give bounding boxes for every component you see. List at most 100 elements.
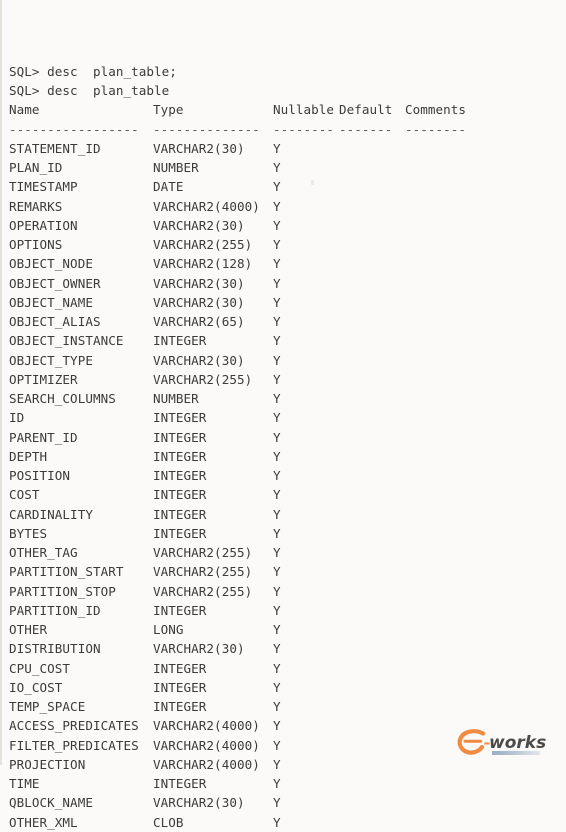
column-header-name: Name — [9, 102, 40, 118]
table-row: OBJECT_TYPE VARCHAR2(30) Y — [9, 351, 559, 370]
separator-type: -------------- — [153, 121, 260, 137]
cursor-artifact — [311, 180, 314, 185]
table-row: TIMESTAMP DATE Y — [9, 177, 559, 196]
cell-data-type: INTEGER — [153, 776, 207, 791]
cell-column-name: SEARCH_COLUMNS — [9, 391, 116, 406]
column-header-nullable: Nullable — [273, 102, 335, 118]
cell-nullable: Y — [273, 679, 281, 695]
cell-column-name: PARENT_ID — [9, 429, 78, 445]
cell-column-name: PLAN_ID — [9, 160, 63, 175]
cell-data-type: VARCHAR2(30) — [153, 294, 245, 310]
table-row: OTHER LONG Y — [9, 620, 559, 639]
cell-data-type: INTEGER — [153, 602, 207, 618]
cell-column-name: OPERATION — [9, 217, 78, 233]
table-row: OPTIONS VARCHAR2(255) Y — [9, 235, 559, 254]
separator-comments: -------- — [405, 121, 467, 137]
table-row: SEARCH_COLUMNS NUMBER Y — [9, 389, 559, 408]
cell-nullable: Y — [273, 160, 281, 175]
cell-nullable: Y — [273, 237, 281, 252]
cell-column-name: ACCESS_PREDICATES — [9, 718, 139, 734]
cell-data-type: CLOB — [153, 814, 184, 830]
cell-nullable: Y — [273, 756, 281, 772]
table-row: ID INTEGER Y — [9, 408, 559, 427]
cell-column-name: OTHER_XML — [9, 814, 78, 830]
cell-nullable: Y — [273, 718, 281, 734]
table-row: COST INTEGER Y — [9, 485, 559, 504]
cell-column-name: PROJECTION — [9, 756, 86, 772]
cell-data-type: LONG — [153, 622, 184, 637]
cell-data-type: INTEGER — [153, 487, 207, 503]
table-row: CPU_COST INTEGER Y — [9, 659, 559, 678]
cell-column-name: OBJECT_NODE — [9, 256, 93, 272]
cell-column-name: TIME — [9, 776, 40, 791]
cell-nullable: Y — [273, 737, 281, 753]
separator-default: ------- — [339, 121, 393, 137]
cell-nullable: Y — [273, 352, 281, 368]
cell-data-type: VARCHAR2(255) — [153, 583, 253, 599]
cell-data-type: VARCHAR2(4000) — [153, 737, 260, 753]
cell-column-name: FILTER_PREDICATES — [9, 737, 139, 753]
cell-nullable: Y — [273, 391, 281, 406]
cell-data-type: INTEGER — [153, 333, 207, 349]
cell-column-name: PARTITION_STOP — [9, 583, 116, 599]
cell-column-name: PARTITION_ID — [9, 602, 101, 618]
cell-nullable: Y — [273, 179, 281, 195]
cell-nullable: Y — [273, 314, 281, 329]
cell-data-type: VARCHAR2(30) — [153, 140, 245, 156]
cell-column-name: POSITION — [9, 468, 71, 483]
cell-nullable: Y — [273, 506, 281, 522]
cell-column-name: BYTES — [9, 525, 48, 541]
cell-nullable: Y — [273, 699, 281, 714]
cell-data-type: INTEGER — [153, 679, 207, 695]
sqlplus-terminal-window: SQL> desc plan_table; SQL> desc plan_tabl… — [0, 0, 566, 830]
column-header-row: Name Type Nullable Default Comments — [9, 100, 559, 119]
column-separator-row: ----------------- -------------- -------- -… — [9, 120, 559, 139]
column-header-type: Type — [153, 102, 184, 118]
cell-data-type: INTEGER — [153, 699, 207, 714]
cell-nullable: Y — [273, 814, 281, 830]
eworks-e-glyph — [457, 729, 486, 755]
cell-column-name: OPTIONS — [9, 237, 63, 252]
cell-data-type: INTEGER — [153, 525, 207, 541]
cell-data-type: VARCHAR2(65) — [153, 314, 245, 329]
cell-data-type: VARCHAR2(4000) — [153, 756, 260, 772]
table-row: IO_COST INTEGER Y — [9, 678, 559, 697]
eworks-watermark-logo: works — [456, 726, 556, 760]
cell-nullable: Y — [273, 641, 281, 657]
window-left-edge — [1, 0, 2, 765]
cell-column-name: PARTITION_START — [9, 564, 124, 580]
cell-data-type: DATE — [153, 179, 184, 195]
table-row: PARTITION_STOP VARCHAR2(255) Y — [9, 582, 559, 601]
table-row: OTHER_TAG VARCHAR2(255) Y — [9, 543, 559, 562]
table-row: PLAN_ID NUMBER Y — [9, 158, 559, 177]
cell-data-type: VARCHAR2(128) — [153, 256, 253, 272]
cell-nullable: Y — [273, 795, 281, 811]
table-row: REMARKS VARCHAR2(4000) Y — [9, 197, 559, 216]
cell-column-name: ID — [9, 410, 25, 426]
cell-column-name: OBJECT_NAME — [9, 294, 93, 310]
cell-nullable: Y — [273, 217, 281, 233]
eworks-logo-svg: works — [457, 729, 546, 755]
prompt-text: SQL> desc plan_table; — [9, 63, 177, 79]
table-row: CARDINALITY INTEGER Y — [9, 505, 559, 524]
cell-column-name: OBJECT_TYPE — [9, 352, 93, 368]
cell-nullable: Y — [273, 429, 281, 445]
cell-data-type: INTEGER — [153, 660, 207, 676]
cell-nullable: Y — [273, 545, 281, 560]
cell-nullable: Y — [273, 660, 281, 676]
column-header-default: Default — [339, 102, 393, 118]
cell-nullable: Y — [273, 468, 281, 483]
cell-column-name: OBJECT_INSTANCE — [9, 333, 124, 349]
cell-data-type: VARCHAR2(255) — [153, 237, 253, 252]
table-row: DISTRIBUTION VARCHAR2(30) Y — [9, 639, 559, 658]
table-row: QBLOCK_NAME VARCHAR2(30) Y — [9, 793, 559, 812]
cell-column-name: OBJECT_OWNER — [9, 275, 101, 291]
cell-column-name: OTHER — [9, 622, 48, 637]
cell-nullable: Y — [273, 256, 281, 272]
table-row: OPERATION VARCHAR2(30) Y — [9, 216, 559, 235]
cell-nullable: Y — [273, 333, 281, 349]
cell-nullable: Y — [273, 525, 281, 541]
cell-column-name: CARDINALITY — [9, 506, 93, 522]
cell-data-type: VARCHAR2(255) — [153, 371, 253, 387]
separator-name: ----------------- — [9, 121, 139, 137]
